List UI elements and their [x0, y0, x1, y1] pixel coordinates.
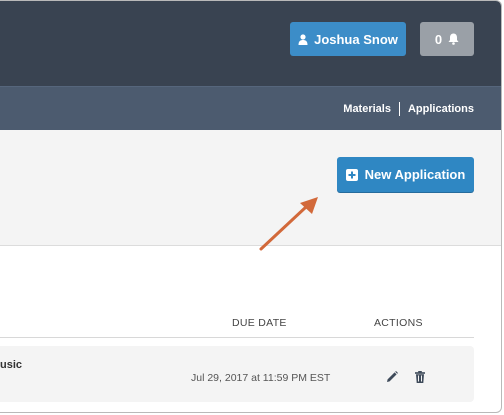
plus-square-icon	[345, 168, 358, 181]
nav-item-materials[interactable]: Materials	[343, 103, 391, 115]
notifications-button[interactable]: 0	[420, 22, 474, 56]
user-icon	[298, 33, 308, 45]
column-header-actions: ACTIONS	[374, 317, 423, 329]
notification-count: 0	[434, 31, 443, 47]
table-row[interactable]: usic Jul 29, 2017 at 11:59 PM EST	[0, 346, 474, 402]
pencil-icon[interactable]	[385, 370, 399, 384]
user-name: Joshua Snow	[314, 31, 398, 47]
top-bar: Joshua Snow 0	[0, 1, 501, 86]
due-date-value: Jul 29, 2017 at 11:59 PM EST	[191, 372, 331, 384]
user-menu-button[interactable]: Joshua Snow	[290, 22, 406, 56]
nav-divider	[398, 102, 400, 116]
new-application-button[interactable]: New Application	[337, 157, 474, 192]
trash-icon[interactable]	[413, 370, 427, 384]
column-header-due-date: DUE DATE	[232, 317, 287, 329]
table-header: DUE DATE ACTIONS	[0, 306, 474, 338]
application-title[interactable]: usic	[0, 359, 22, 371]
nav-links: Materials Applications	[343, 87, 474, 131]
bell-icon	[448, 33, 459, 45]
new-application-label: New Application	[364, 167, 466, 182]
nav-bar: Materials Applications	[0, 86, 501, 131]
app-window: Joshua Snow 0 Materials Applications New…	[0, 0, 502, 413]
nav-item-applications[interactable]: Applications	[408, 103, 474, 115]
